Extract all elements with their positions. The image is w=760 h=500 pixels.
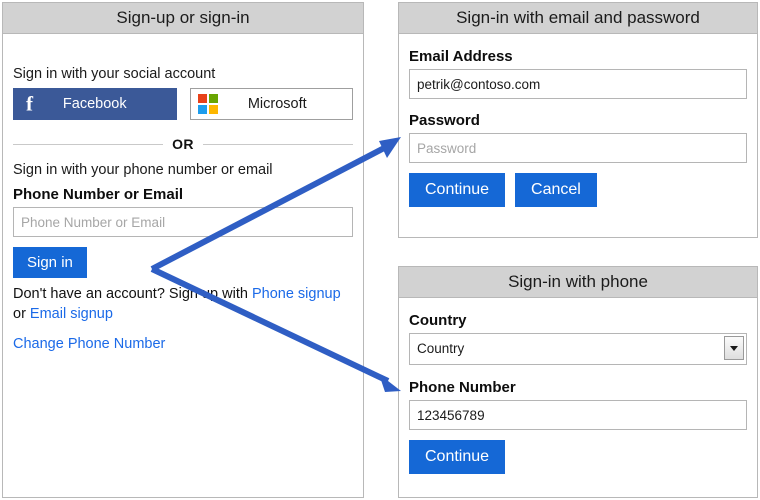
- facebook-signin-button[interactable]: f Facebook: [13, 88, 177, 120]
- signup-or-signin-panel: Sign-up or sign-in Sign in with your soc…: [2, 2, 364, 498]
- microsoft-squares-icon: [197, 94, 218, 114]
- social-account-heading: Sign in with your social account: [13, 66, 216, 82]
- divider-rule-left: [13, 143, 164, 145]
- social-buttons-row: f Facebook Microsoft: [13, 88, 353, 120]
- country-select[interactable]: Country: [409, 333, 747, 365]
- email-panel-button-row: Continue Cancel: [409, 173, 747, 208]
- signin-phone-panel: Sign-in with phone Country Country Phone…: [398, 266, 758, 498]
- phone-panel-body: Country Country Phone Number Continue: [399, 312, 757, 475]
- phone-or-email-input[interactable]: [13, 207, 353, 237]
- phone-number-input[interactable]: [409, 400, 747, 430]
- facebook-button-label: Facebook: [62, 96, 127, 112]
- email-address-label: Email Address: [409, 48, 513, 65]
- password-input[interactable]: [409, 133, 747, 163]
- country-select-value[interactable]: Country: [409, 333, 747, 365]
- helper-prefix-text: Don't have an account? Sign up with: [13, 286, 252, 303]
- phone-panel-title: Sign-in with phone: [399, 267, 757, 298]
- email-panel-body: Email Address Password Continue Cancel: [399, 48, 757, 208]
- phone-or-email-label: Phone Number or Email: [13, 186, 184, 203]
- screenshot-stage: Sign-up or sign-in Sign in with your soc…: [0, 0, 760, 500]
- email-signup-link[interactable]: Email signup: [30, 306, 113, 322]
- password-label: Password: [409, 112, 480, 129]
- helper-middle-text: or: [13, 305, 30, 322]
- phone-continue-button[interactable]: Continue: [409, 440, 506, 475]
- or-label: OR: [172, 136, 194, 152]
- microsoft-button-label: Microsoft: [247, 96, 307, 112]
- email-panel-title: Sign-in with email and password: [399, 3, 757, 34]
- signup-panel-title: Sign-up or sign-in: [3, 3, 363, 34]
- microsoft-signin-button[interactable]: Microsoft: [189, 88, 353, 120]
- phone-signup-link[interactable]: Phone signup: [252, 286, 341, 302]
- change-phone-number-row: Change Phone Number: [13, 336, 353, 352]
- facebook-f-icon: f: [26, 91, 33, 116]
- divider-rule-right: [202, 143, 353, 145]
- country-select-toggle[interactable]: [724, 336, 744, 360]
- phone-email-heading: Sign in with your phone number or email: [13, 162, 273, 178]
- email-continue-button[interactable]: Continue: [409, 173, 506, 208]
- or-divider: OR: [13, 136, 353, 152]
- chevron-down-icon: [730, 345, 738, 351]
- phone-panel-button-row: Continue: [409, 440, 747, 475]
- sign-in-button[interactable]: Sign in: [13, 247, 87, 279]
- signup-panel-body: Sign in with your social account f Faceb…: [3, 66, 363, 352]
- change-phone-number-link[interactable]: Change Phone Number: [13, 336, 165, 352]
- signin-button-row: Sign in: [13, 247, 353, 279]
- signin-email-password-panel: Sign-in with email and password Email Ad…: [398, 2, 758, 238]
- country-label: Country: [409, 312, 467, 329]
- signup-helper-text: Don't have an account? Sign up with Phon…: [13, 285, 353, 324]
- email-cancel-button[interactable]: Cancel: [515, 173, 597, 208]
- email-address-input[interactable]: [409, 69, 747, 99]
- phone-number-label: Phone Number: [409, 379, 516, 396]
